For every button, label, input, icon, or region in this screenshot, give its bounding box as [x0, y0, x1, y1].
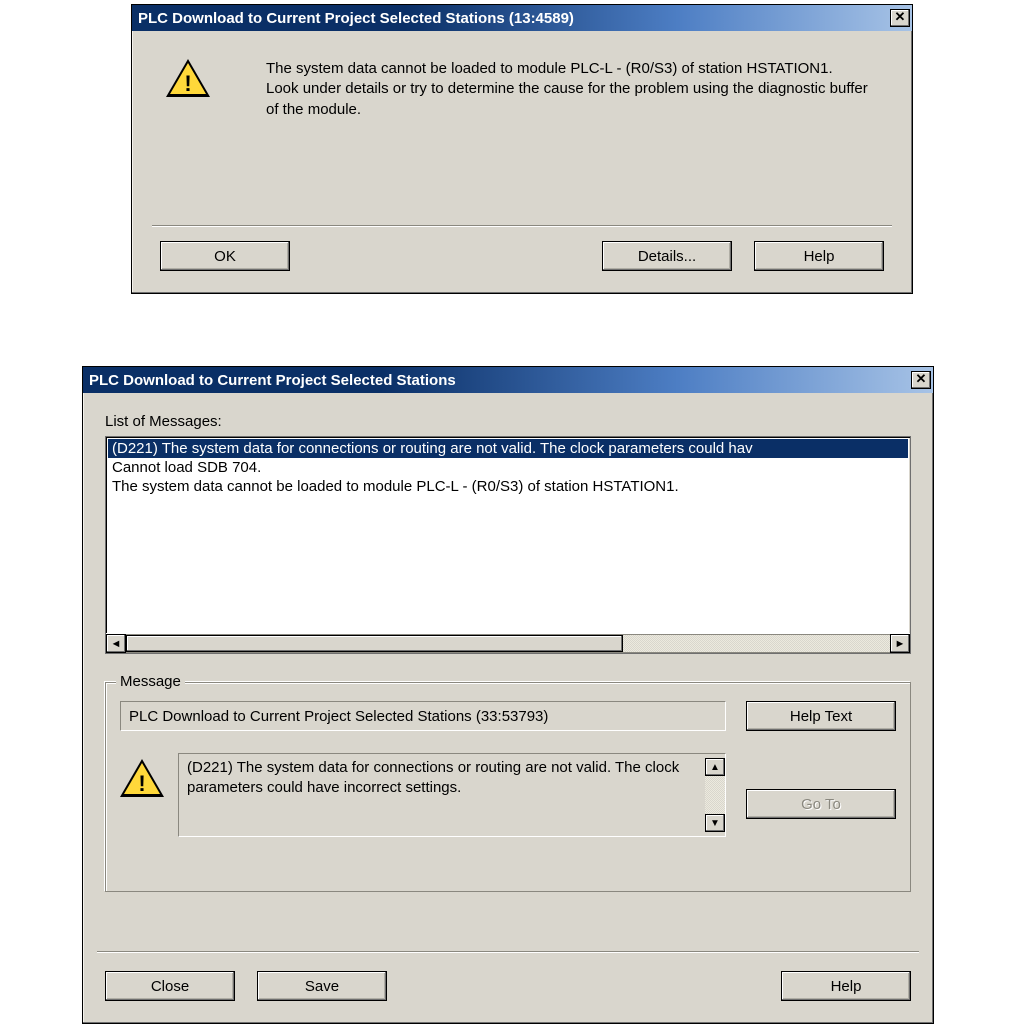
message-text-line1: The system data cannot be loaded to modu…: [266, 59, 878, 79]
list-item[interactable]: (D221) The system data for connections o…: [108, 439, 908, 458]
help-button[interactable]: Help: [754, 241, 884, 271]
message-detail-field: (D221) The system data for connections o…: [178, 753, 726, 837]
titlebar[interactable]: PLC Download to Current Project Selected…: [83, 367, 933, 393]
groupbox-legend: Message: [116, 673, 185, 690]
message-groupbox: Message PLC Download to Current Project …: [105, 682, 911, 892]
scrollbar-thumb[interactable]: [126, 635, 623, 652]
warning-icon: !: [120, 759, 164, 799]
details-dialog: PLC Download to Current Project Selected…: [82, 366, 934, 1024]
scroll-down-icon[interactable]: ▼: [705, 814, 725, 832]
message-text-line2: Look under details or try to determine t…: [266, 79, 878, 120]
go-to-button: Go To: [746, 789, 896, 819]
window-title: PLC Download to Current Project Selected…: [138, 10, 574, 27]
vertical-scrollbar[interactable]: ▲ ▼: [705, 758, 725, 832]
message-list[interactable]: (D221) The system data for connections o…: [105, 436, 911, 654]
close-button[interactable]: Close: [105, 971, 235, 1001]
list-item[interactable]: Cannot load SDB 704.: [108, 458, 908, 477]
list-label: List of Messages:: [105, 413, 911, 430]
scroll-up-icon[interactable]: ▲: [705, 758, 725, 776]
scroll-right-icon[interactable]: ►: [890, 634, 910, 653]
ok-button[interactable]: OK: [160, 241, 290, 271]
list-item[interactable]: The system data cannot be loaded to modu…: [108, 477, 908, 496]
message-detail-text: (D221) The system data for connections o…: [187, 758, 705, 832]
warning-icon: !: [166, 59, 210, 99]
separator: [152, 225, 892, 227]
help-text-button[interactable]: Help Text: [746, 701, 896, 731]
help-button[interactable]: Help: [781, 971, 911, 1001]
close-icon[interactable]: ✕: [911, 371, 931, 389]
horizontal-scrollbar[interactable]: ◄ ►: [106, 633, 910, 653]
window-title: PLC Download to Current Project Selected…: [89, 372, 456, 389]
separator: [97, 951, 919, 953]
titlebar[interactable]: PLC Download to Current Project Selected…: [132, 5, 912, 31]
details-button[interactable]: Details...: [602, 241, 732, 271]
message-header-field: PLC Download to Current Project Selected…: [120, 701, 726, 731]
error-dialog: PLC Download to Current Project Selected…: [131, 4, 913, 294]
scroll-left-icon[interactable]: ◄: [106, 634, 126, 653]
close-icon[interactable]: ✕: [890, 9, 910, 27]
save-button[interactable]: Save: [257, 971, 387, 1001]
